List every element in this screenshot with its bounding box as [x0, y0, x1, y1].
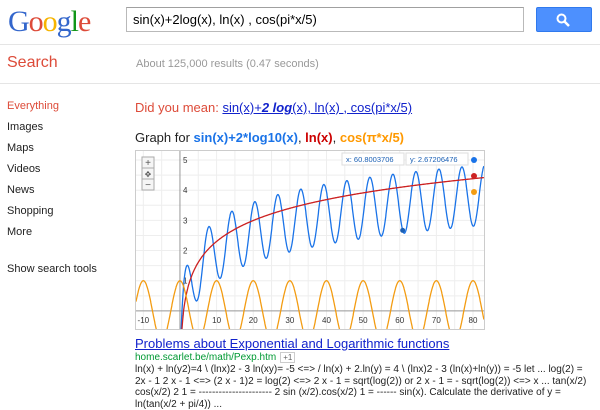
y-tick-label: 4	[183, 186, 188, 195]
did-you-mean: Did you mean: sin(x)+2 log(x), ln(x) , c…	[135, 100, 412, 115]
move-icon: ✥	[145, 170, 152, 179]
minus-icon: −	[145, 180, 151, 191]
result-snippet: ln(x) + ln(y2)=4 \ (lnx)2 - 3 ln(xy)= -5…	[135, 364, 587, 410]
search-button[interactable]	[536, 7, 592, 32]
nav-everything[interactable]: Everything	[7, 96, 117, 117]
logo-letter: e	[78, 5, 91, 38]
x-readout: x: 60.8003706	[346, 155, 394, 164]
graph-canvas[interactable]: -10 10 20 30 40 50 60 70 8012345 x: 60.8003706 y: …	[136, 151, 484, 329]
result-url: home.scarlet.be/math/Pexp.htm +1	[135, 352, 296, 363]
suggestion-part: (x), ln(x) , cos(pi*x/5)	[292, 100, 413, 115]
x-tick-label: 70	[432, 316, 441, 325]
nav-videos[interactable]: Videos	[7, 159, 117, 180]
nav-news[interactable]: News	[7, 180, 117, 201]
sub-bar: Search About 125,000 results (0.47 secon…	[0, 45, 600, 84]
search-input[interactable]	[126, 7, 524, 32]
did-you-mean-label: Did you mean:	[135, 100, 223, 115]
top-bar: Google	[0, 0, 600, 45]
legend-dot[interactable]	[471, 189, 477, 195]
result-stats: About 125,000 results (0.47 seconds)	[136, 58, 319, 70]
suggestion-correction: 2 log	[261, 100, 293, 115]
show-search-tools[interactable]: Show search tools	[7, 259, 117, 280]
nav-more[interactable]: More	[7, 222, 117, 243]
x-tick-label: 30	[285, 316, 294, 325]
legend-dot[interactable]	[471, 157, 477, 163]
logo-letter: o	[28, 5, 44, 38]
plus-icon: +	[145, 158, 151, 169]
function-graph[interactable]: -10 10 20 30 40 50 60 70 80 1 2 3 4 5 x: 60.8003706 y: …	[135, 150, 485, 330]
x-tick-label: 10	[212, 316, 221, 325]
logo-letter: g	[56, 5, 72, 38]
left-nav: Everything Images Maps Videos News Shopp…	[7, 96, 117, 280]
x-tick-label: 80	[469, 316, 478, 325]
search-section-title: Search	[7, 54, 58, 71]
x-tick-label: 20	[249, 316, 258, 325]
plus-one-button[interactable]: +1	[280, 352, 296, 363]
nav-shopping[interactable]: Shopping	[7, 201, 117, 222]
result-title-link[interactable]: Problems about Exponential and Logarithm…	[135, 336, 449, 351]
graph-formula-1: sin(x)+2*log10(x)	[193, 130, 298, 145]
logo-letter: G	[8, 5, 30, 38]
x-tick-label: 40	[322, 316, 331, 325]
did-you-mean-link[interactable]: sin(x)+2 log(x), ln(x) , cos(pi*x/5)	[222, 100, 412, 115]
graph-heading: Graph for sin(x)+2*log10(x), ln(x), cos(…	[135, 130, 404, 145]
suggestion-part: sin(x)+	[222, 100, 262, 115]
x-tick-label: -10	[138, 316, 150, 325]
nav-maps[interactable]: Maps	[7, 138, 117, 159]
logo-letter: o	[42, 5, 58, 38]
y-readout: y: 2.67206476	[410, 155, 458, 164]
graph-formula-3: cos(π*x/5)	[339, 130, 405, 145]
result-url-text: home.scarlet.be/math/Pexp.htm	[135, 352, 277, 363]
y-tick-label: 3	[183, 216, 188, 225]
search-icon	[556, 13, 570, 27]
y-tick-label: 2	[183, 247, 188, 256]
x-tick-label: 50	[359, 316, 368, 325]
nav-images[interactable]: Images	[7, 117, 117, 138]
google-logo[interactable]: Google	[8, 4, 91, 40]
graph-for-label: Graph for	[135, 130, 194, 145]
logo-letter: l	[70, 5, 79, 38]
graph-sep: ,	[332, 130, 340, 145]
y-tick-label: 5	[183, 156, 188, 165]
cursor-point	[400, 227, 406, 233]
x-tick-label: 60	[395, 316, 404, 325]
legend-dot[interactable]	[471, 173, 477, 179]
graph-formula-2: ln(x)	[305, 130, 333, 145]
